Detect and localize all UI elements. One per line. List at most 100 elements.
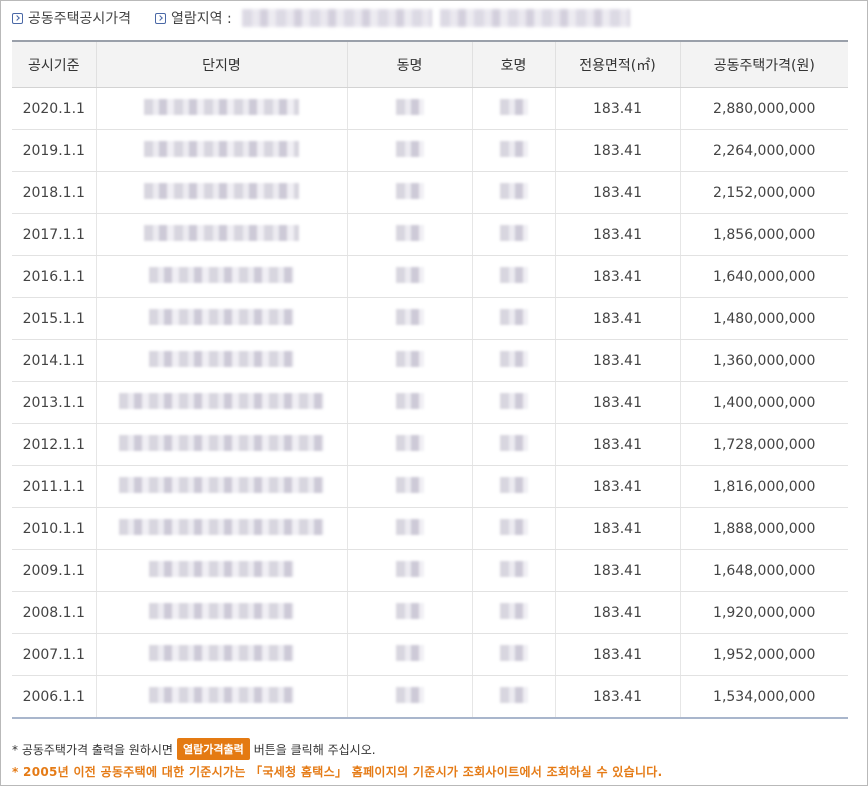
cell-complex-redacted <box>96 213 348 256</box>
cell-area: 183.41 <box>555 171 681 214</box>
redacted-text <box>499 98 528 115</box>
chevron-right-icon <box>155 12 167 24</box>
cell-unit-redacted <box>472 381 556 424</box>
cell-building-redacted <box>347 381 473 424</box>
chevron-right-icon <box>12 12 23 24</box>
redacted-text <box>149 602 294 619</box>
redacted-text <box>499 686 528 703</box>
table-row: 2020.1.1 183.41 2,880,000,000 <box>12 87 848 130</box>
cell-price: 2,152,000,000 <box>680 171 848 214</box>
redacted-text <box>149 686 294 703</box>
cell-date: 2015.1.1 <box>12 297 97 340</box>
cell-price: 1,920,000,000 <box>680 591 848 634</box>
redacted-text <box>395 434 424 451</box>
redacted-text <box>144 182 299 199</box>
cell-unit-redacted <box>472 87 556 130</box>
table-row: 2008.1.1 183.41 1,920,000,000 <box>12 591 848 634</box>
table-row: 2009.1.1 183.41 1,648,000,000 <box>12 549 848 592</box>
print-price-button[interactable]: 열람가격출력 <box>176 738 250 760</box>
redacted-text <box>395 350 424 367</box>
cell-price: 1,534,000,000 <box>680 675 848 719</box>
redacted-text <box>499 602 528 619</box>
price-table: 공시기준 단지명 동명 호명 전용면적(㎡) 공동주택가격(원) 2020.1.… <box>12 40 848 719</box>
cell-date: 2012.1.1 <box>12 423 97 466</box>
cell-price: 1,952,000,000 <box>680 633 848 676</box>
redacted-text <box>149 560 294 577</box>
print-note-prefix: * 공동주택가격 출력을 원하시면 <box>12 742 173 757</box>
cell-date: 2007.1.1 <box>12 633 97 676</box>
cell-area: 183.41 <box>555 339 681 382</box>
cell-building-redacted <box>347 549 473 592</box>
cell-building-redacted <box>347 633 473 676</box>
cell-area: 183.41 <box>555 507 681 550</box>
redacted-text <box>395 560 424 577</box>
cell-unit-redacted <box>472 633 556 676</box>
cell-date: 2019.1.1 <box>12 129 97 172</box>
col-header-date: 공시기준 <box>12 40 97 88</box>
table-row: 2007.1.1 183.41 1,952,000,000 <box>12 633 848 676</box>
cell-unit-redacted <box>472 255 556 298</box>
cell-date: 2009.1.1 <box>12 549 97 592</box>
col-header-unit: 호명 <box>472 40 556 88</box>
cell-unit-redacted <box>472 297 556 340</box>
redacted-text <box>499 518 528 535</box>
cell-building-redacted <box>347 129 473 172</box>
redacted-text <box>144 140 299 157</box>
cell-complex-redacted <box>96 171 348 214</box>
cell-date: 2018.1.1 <box>12 171 97 214</box>
cell-area: 183.41 <box>555 87 681 130</box>
cell-building-redacted <box>347 675 473 719</box>
cell-unit-redacted <box>472 675 556 719</box>
col-header-area: 전용면적(㎡) <box>555 40 681 88</box>
cell-unit-redacted <box>472 549 556 592</box>
redacted-text <box>119 392 324 409</box>
cell-area: 183.41 <box>555 633 681 676</box>
cell-unit-redacted <box>472 423 556 466</box>
cell-building-redacted <box>347 87 473 130</box>
cell-complex-redacted <box>96 297 348 340</box>
cell-complex-redacted <box>96 591 348 634</box>
cell-building-redacted <box>347 171 473 214</box>
cell-unit-redacted <box>472 129 556 172</box>
cell-area: 183.41 <box>555 129 681 172</box>
redacted-text <box>144 224 299 241</box>
redacted-text <box>499 392 528 409</box>
table-row: 2018.1.1 183.41 2,152,000,000 <box>12 171 848 214</box>
redacted-text <box>395 224 424 241</box>
cell-complex-redacted <box>96 255 348 298</box>
cell-price: 1,480,000,000 <box>680 297 848 340</box>
redacted-text <box>149 350 294 367</box>
redacted-text <box>149 308 294 325</box>
cell-area: 183.41 <box>555 591 681 634</box>
redacted-text <box>499 308 528 325</box>
table-row: 2019.1.1 183.41 2,264,000,000 <box>12 129 848 172</box>
table-header-row: 공시기준 단지명 동명 호명 전용면적(㎡) 공동주택가격(원) <box>12 40 848 88</box>
pre-2005-note: * 2005년 이전 공동주택에 대한 기준시가는 「국세청 홈택스」 홈페이지… <box>12 765 663 779</box>
cell-building-redacted <box>347 591 473 634</box>
region-value-redacted <box>439 9 630 27</box>
cell-building-redacted <box>347 255 473 298</box>
redacted-text <box>395 644 424 661</box>
redacted-text <box>395 392 424 409</box>
cell-date: 2010.1.1 <box>12 507 97 550</box>
cell-complex-redacted <box>96 465 348 508</box>
table-row: 2016.1.1 183.41 1,640,000,000 <box>12 255 848 298</box>
region-value-redacted <box>241 9 432 27</box>
cell-price: 1,816,000,000 <box>680 465 848 508</box>
redacted-text <box>499 476 528 493</box>
redacted-text <box>119 518 324 535</box>
cell-unit-redacted <box>472 507 556 550</box>
cell-price: 2,880,000,000 <box>680 87 848 130</box>
cell-date: 2006.1.1 <box>12 675 97 719</box>
table-row: 2013.1.1 183.41 1,400,000,000 <box>12 381 848 424</box>
print-note: * 공동주택가격 출력을 원하시면 열람가격출력 버튼을 클릭해 주십시오. <box>12 738 663 760</box>
cell-price: 1,888,000,000 <box>680 507 848 550</box>
redacted-text <box>395 182 424 199</box>
redacted-text <box>499 182 528 199</box>
cell-date: 2016.1.1 <box>12 255 97 298</box>
redacted-text <box>395 686 424 703</box>
cell-price: 1,360,000,000 <box>680 339 848 382</box>
cell-complex-redacted <box>96 507 348 550</box>
cell-price: 1,648,000,000 <box>680 549 848 592</box>
cell-date: 2014.1.1 <box>12 339 97 382</box>
